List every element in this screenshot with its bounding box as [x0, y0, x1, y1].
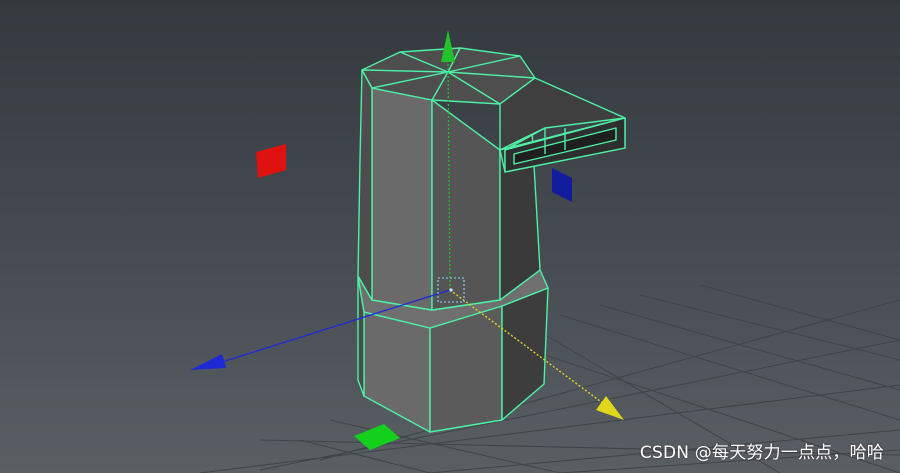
blue-plane-handle-icon[interactable] [552, 168, 572, 202]
dispenser-mesh[interactable] [357, 47, 626, 433]
base-front-left-face [363, 311, 431, 433]
green-plane-handle-icon[interactable] [354, 424, 400, 450]
3d-viewport[interactable]: CSDN @每天努力一点点，哈哈 [0, 0, 900, 473]
viewport-scene[interactable] [0, 0, 900, 473]
column-left-face [371, 87, 433, 311]
watermark-text: CSDN @每天努力一点点，哈哈 [639, 443, 884, 463]
base-right-face [501, 287, 549, 421]
column-left-edge [357, 69, 373, 301]
red-plane-handle-icon[interactable] [256, 144, 286, 178]
y-axis-arrow-icon[interactable] [441, 30, 455, 62]
z-axis-arrow-icon[interactable] [596, 396, 624, 420]
x-axis-arrow-icon[interactable] [190, 354, 226, 370]
